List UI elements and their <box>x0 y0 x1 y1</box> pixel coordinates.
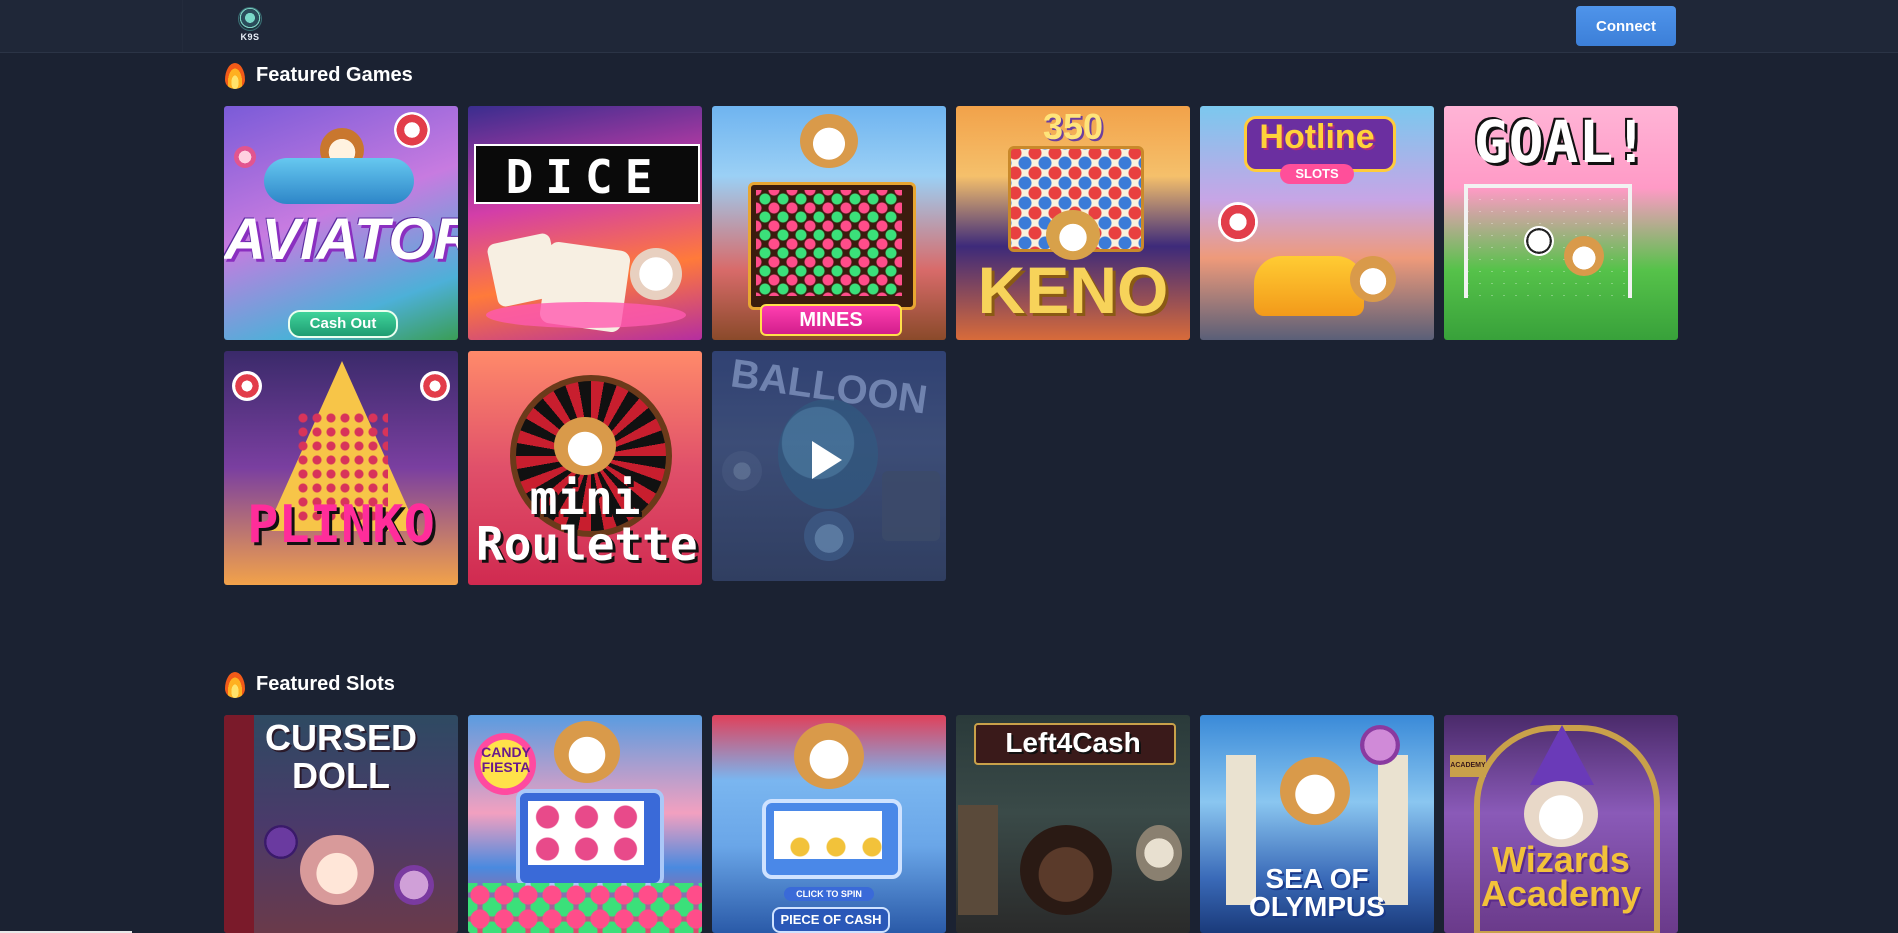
connect-button[interactable]: Connect <box>1576 6 1676 46</box>
top-bar: K9S Connect <box>0 0 1898 53</box>
featured-slots-title: Featured Slots <box>256 672 395 695</box>
game-tile-hotline[interactable]: Hotline SLOTS <box>1200 106 1434 340</box>
slot-tile-piece-of-cash[interactable]: CLICK TO SPIN PIECE OF CASH <box>712 715 946 933</box>
plinko-title: PLINKO <box>247 495 435 555</box>
slot-tile-candy-fiesta[interactable]: CANDY FIESTA <box>468 715 702 933</box>
site-logo[interactable]: K9S <box>235 7 265 45</box>
game-tile-mines[interactable]: MINES <box>712 106 946 340</box>
featured-games-heading: Featured Games <box>224 60 413 90</box>
slot-tile-sea-of-olympus[interactable]: SEA OF OLYMPUS <box>1200 715 1434 933</box>
game-tile-aviator[interactable]: AVIATOR Cash Out <box>224 106 458 340</box>
slot-tile-cursed-doll[interactable]: CURSED DOLL <box>224 715 458 933</box>
fire-icon <box>224 670 246 698</box>
hotline-title: Hotline <box>1259 118 1375 156</box>
game-tile-dice[interactable]: DICE <box>468 106 702 340</box>
click-to-spin-label: CLICK TO SPIN <box>784 887 874 901</box>
aviator-title: AVIATOR <box>224 207 458 272</box>
logo-icon <box>238 7 262 31</box>
dice-title: DICE <box>505 150 665 204</box>
featured-games-title: Featured Games <box>256 63 413 86</box>
topbar-divider <box>182 0 183 52</box>
sea-of-olympus-title: SEA OF OLYMPUS <box>1249 863 1385 922</box>
game-tile-mini-roulette[interactable]: mini Roulette <box>468 351 702 585</box>
left4cash-title: Left4Cash <box>1005 727 1141 758</box>
game-tile-balloon[interactable]: BALLOON <box>712 351 946 581</box>
aviator-cashout-label: Cash Out <box>288 310 398 338</box>
candy-fiesta-title: CANDY FIESTA <box>481 744 531 775</box>
game-tile-plinko[interactable]: PLINKO <box>224 351 458 585</box>
fire-icon <box>224 61 246 89</box>
mines-title: MINES <box>760 304 902 336</box>
wizards-academy-title: Wizards Academy <box>1480 839 1642 914</box>
featured-slots-heading: Featured Slots <box>224 669 395 699</box>
hotline-subtitle: SLOTS <box>1280 164 1354 184</box>
cursed-doll-title: CURSED DOLL <box>264 717 417 796</box>
goal-title: GOAL! <box>1473 108 1649 176</box>
piece-of-cash-title: PIECE OF CASH <box>772 907 890 933</box>
slot-tile-left4cash[interactable]: Left4Cash <box>956 715 1190 933</box>
keno-number: 350 <box>1042 106 1104 147</box>
keno-title: KENO <box>977 253 1169 327</box>
mini-roulette-title: mini Roulette <box>476 471 698 571</box>
logo-text: K9S <box>240 32 260 42</box>
game-tile-keno[interactable]: 350 KENO <box>956 106 1190 340</box>
play-icon[interactable] <box>812 441 842 479</box>
game-tile-goal[interactable]: GOAL! <box>1444 106 1678 340</box>
slot-tile-wizards-academy[interactable]: ACADEMY Wizards Academy <box>1444 715 1678 933</box>
